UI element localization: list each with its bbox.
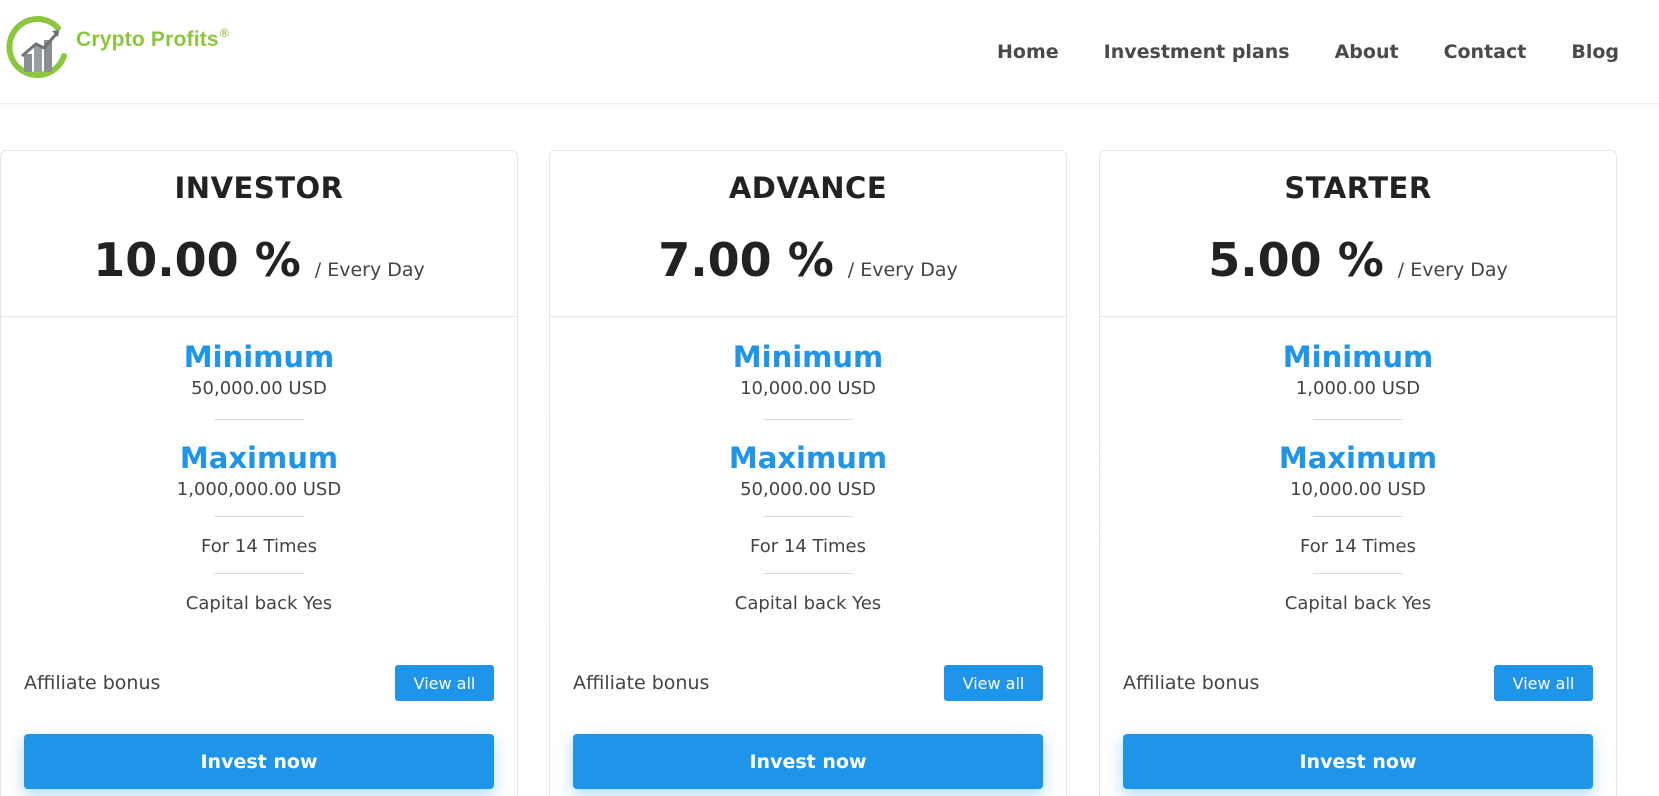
maximum-label: Maximum [1278,441,1438,475]
capital-back: Capital back Yes [1284,593,1432,614]
minimum-amount: 1,000.00 USD [1295,378,1421,399]
divider [1313,516,1403,517]
plan-rate: 7.00 % [658,233,834,287]
view-all-button[interactable]: View all [944,665,1043,701]
plan-period: / Every Day [314,259,425,281]
maximum-amount: 10,000.00 USD [1290,479,1426,500]
plan-rate: 5.00 % [1208,233,1384,287]
minimum-amount: 50,000.00 USD [191,378,327,399]
maximum-label: Maximum [728,441,888,475]
plan-name: ADVANCE [728,171,888,205]
view-all-button[interactable]: View all [1494,665,1593,701]
plan-period: / Every Day [847,259,958,281]
maximum-label: Maximum [179,441,339,475]
plan-rate-row: 10.00 % / Every Day [1,233,517,287]
divider [214,516,304,517]
plan-rate-row: 5.00 % / Every Day [1100,233,1616,287]
plan-header: ADVANCE 7.00 % / Every Day [550,151,1066,317]
plan-header: INVESTOR 10.00 % / Every Day [1,151,517,317]
invest-now-button[interactable]: Invest now [24,734,494,789]
plan-details: Minimum 50,000.00 USD Maximum 1,000,000.… [1,317,517,616]
plan-duration: For 14 Times [750,536,866,557]
divider [763,419,853,420]
plan-rate: 10.00 % [93,233,301,287]
minimum-label: Minimum [732,340,884,374]
affiliate-bonus-row: Affiliate bonus View all [573,665,1043,701]
affiliate-bonus-label: Affiliate bonus [573,672,710,694]
plans-section: INVESTOR 10.00 % / Every Day Minimum 50,… [0,104,1659,796]
invest-now-button[interactable]: Invest now [1123,734,1593,789]
minimum-label: Minimum [1282,340,1434,374]
plan-duration: For 14 Times [201,536,317,557]
affiliate-bonus-label: Affiliate bonus [1123,672,1260,694]
brand-name: Crypto Profits® [76,26,229,51]
plan-name: INVESTOR [174,171,344,205]
divider [763,516,853,517]
minimum-label: Minimum [183,340,335,374]
plan-card-starter: STARTER 5.00 % / Every Day Minimum 1,000… [1099,150,1617,796]
maximum-amount: 1,000,000.00 USD [176,479,342,500]
view-all-button[interactable]: View all [395,665,494,701]
minimum-amount: 10,000.00 USD [740,378,876,399]
registered-mark: ® [219,26,229,40]
plan-rate-row: 7.00 % / Every Day [550,233,1066,287]
affiliate-bonus-row: Affiliate bonus View all [24,665,494,701]
divider [214,573,304,574]
plan-duration: For 14 Times [1300,536,1416,557]
nav-item-blog[interactable]: Blog [1571,41,1619,63]
divider [1313,419,1403,420]
nav-item-about[interactable]: About [1335,41,1399,63]
affiliate-bonus-row: Affiliate bonus View all [1123,665,1593,701]
capital-back: Capital back Yes [734,593,882,614]
nav-item-contact[interactable]: Contact [1444,41,1527,63]
plan-name: STARTER [1284,171,1432,205]
divider [763,573,853,574]
plan-details: Minimum 10,000.00 USD Maximum 50,000.00 … [550,317,1066,616]
bar-chart-circle-logo-icon [6,16,67,79]
plan-details: Minimum 1,000.00 USD Maximum 10,000.00 U… [1100,317,1616,616]
plans-list: INVESTOR 10.00 % / Every Day Minimum 50,… [0,150,1659,796]
divider [214,419,304,420]
invest-now-button[interactable]: Invest now [573,734,1043,789]
capital-back: Capital back Yes [185,593,333,614]
main-nav: Home Investment plans About Contact Blog [997,0,1659,104]
site-header: Crypto Profits® Home Investment plans Ab… [0,0,1659,104]
maximum-amount: 50,000.00 USD [740,479,876,500]
plan-card-advance: ADVANCE 7.00 % / Every Day Minimum 10,00… [549,150,1067,796]
divider [1313,573,1403,574]
brand-logo-link[interactable]: Crypto Profits® [6,16,256,88]
plan-header: STARTER 5.00 % / Every Day [1100,151,1616,317]
nav-item-investment-plans[interactable]: Investment plans [1104,41,1290,63]
affiliate-bonus-label: Affiliate bonus [24,672,161,694]
plan-card-investor: INVESTOR 10.00 % / Every Day Minimum 50,… [0,150,518,796]
plan-period: / Every Day [1397,259,1508,281]
nav-item-home[interactable]: Home [997,41,1059,63]
